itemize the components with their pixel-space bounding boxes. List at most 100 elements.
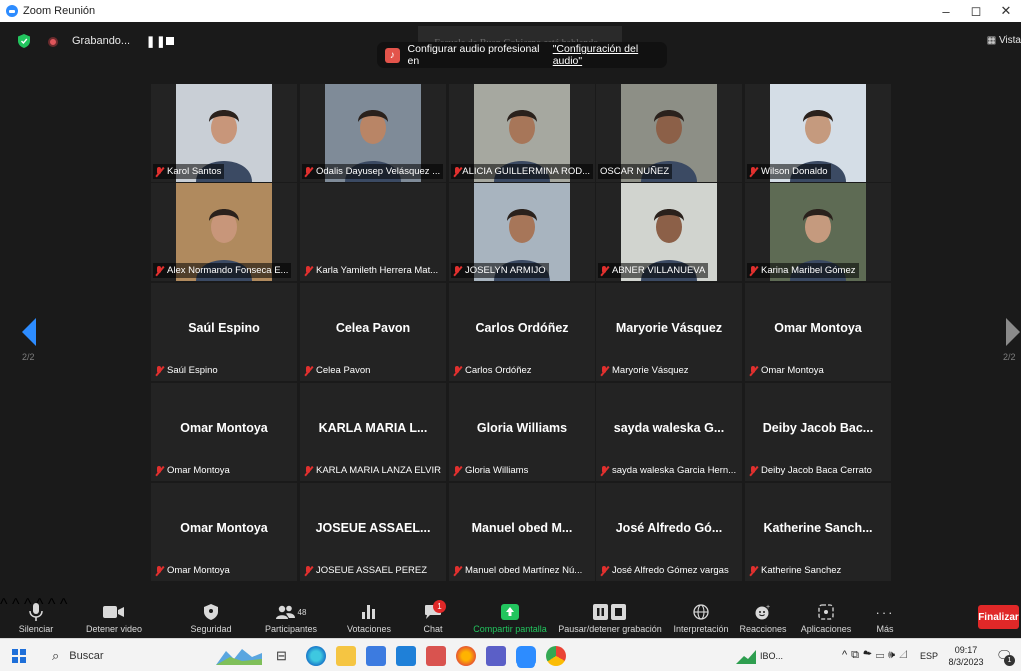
- file-explorer-icon[interactable]: [336, 646, 356, 666]
- participant-name: ABNER VILLANUEVA: [612, 265, 706, 276]
- participant-name-label: Saúl Espino: [153, 363, 221, 378]
- more-button[interactable]: ··· Más: [870, 596, 900, 638]
- participant-display-name: Deiby Jacob Bac...: [762, 421, 874, 435]
- muted-microphone-icon: [600, 365, 609, 376]
- end-meeting-button[interactable]: Finalizar: [978, 605, 1019, 629]
- audio-settings-toast: ♪ Configurar audio profesional en "Confi…: [377, 42, 667, 68]
- previous-page-arrow-icon[interactable]: [22, 318, 36, 346]
- stop-recording-button[interactable]: [166, 37, 174, 45]
- svg-text:+: +: [766, 604, 770, 611]
- participant-tile[interactable]: OSCAR NUÑEZ: [596, 84, 742, 182]
- view-button[interactable]: ▦ Vista: [987, 35, 1021, 46]
- system-tray-icons[interactable]: ^⧉☁▭🕪◿: [842, 639, 912, 671]
- participant-name: José Alfredo Gómez vargas: [612, 565, 729, 576]
- pause-stop-recording-button[interactable]: Pausar/detener grabación: [556, 596, 664, 638]
- polls-button[interactable]: Votaciones: [344, 596, 394, 638]
- participant-tile[interactable]: JOSEUE ASSAEL... JOSEUE ASSAEL PEREZ: [300, 483, 446, 581]
- muted-microphone-icon: [304, 465, 313, 476]
- interpretation-label: Interpretación: [673, 624, 729, 634]
- chrome-icon[interactable]: [546, 646, 566, 666]
- participant-tile[interactable]: Alex Normando Fonseca E...: [151, 183, 297, 281]
- video-camera-icon: [103, 602, 125, 622]
- language-indicator[interactable]: ESP: [920, 639, 938, 671]
- close-button[interactable]: ✕: [991, 0, 1021, 22]
- next-page-arrow-icon[interactable]: [1006, 318, 1020, 346]
- participant-display-name: Gloria Williams: [476, 421, 568, 435]
- participant-tile[interactable]: Gloria Williams Gloria Williams: [449, 383, 595, 481]
- clock-date: 8/3/2023: [948, 656, 984, 667]
- participant-tile[interactable]: Omar Montoya Omar Montoya: [151, 383, 297, 481]
- audio-settings-link[interactable]: "Configuración del audio": [553, 43, 667, 67]
- participant-tile[interactable]: Omar Montoya Omar Montoya: [151, 483, 297, 581]
- participant-name-label: ABNER VILLANUEVA: [598, 263, 709, 278]
- participant-tile[interactable]: Maryorie Vásquez Maryorie Vásquez: [596, 283, 742, 381]
- audio-options-chevron-icon[interactable]: ^: [0, 596, 8, 613]
- participant-tile[interactable]: Manuel obed M... Manuel obed Martínez Nú.…: [449, 483, 595, 581]
- muted-microphone-icon: [155, 166, 164, 177]
- participant-tile[interactable]: José Alfredo Gó... José Alfredo Gómez var…: [596, 483, 742, 581]
- participant-name: Omar Montoya: [761, 365, 824, 376]
- polls-label: Votaciones: [346, 624, 392, 634]
- participant-tile[interactable]: Odalis Dayusep Velásquez ...: [300, 84, 446, 182]
- participant-name: Alex Normando Fonseca E...: [167, 265, 289, 276]
- participants-button[interactable]: 48 Participantes: [258, 596, 324, 638]
- vivaldi-icon[interactable]: [426, 646, 446, 666]
- muted-microphone-icon: [600, 265, 609, 276]
- participant-tile[interactable]: Deiby Jacob Bac... Deiby Jacob Baca Cerra…: [745, 383, 891, 481]
- participant-tile[interactable]: Wilson Donaldo: [745, 84, 891, 182]
- participant-tile[interactable]: Karina Maribel Gómez: [745, 183, 891, 281]
- teams-icon[interactable]: [486, 646, 506, 666]
- participants-icon: 48: [275, 602, 306, 622]
- minimize-button[interactable]: –: [931, 0, 961, 22]
- store-icon[interactable]: [366, 646, 386, 666]
- participant-tile[interactable]: Saúl Espino Saúl Espino: [151, 283, 297, 381]
- shield-icon[interactable]: [18, 34, 30, 48]
- participant-name: Karla Yamileth Herrera Mat...: [316, 265, 439, 276]
- participant-display-name: Saúl Espino: [188, 321, 260, 335]
- participant-tile[interactable]: KARLA MARIA L... KARLA MARIA LANZA ELVIR: [300, 383, 446, 481]
- participant-tile[interactable]: Karla Yamileth Herrera Mat...: [300, 183, 446, 281]
- participant-tile[interactable]: Karol Santos: [151, 84, 297, 182]
- participant-tile[interactable]: Celea Pavon Celea Pavon: [300, 283, 446, 381]
- stop-video-button[interactable]: Detener video: [82, 596, 146, 638]
- notifications-icon[interactable]: 🗨 1: [996, 639, 1015, 671]
- reactions-label: Reacciones: [739, 624, 787, 634]
- participant-name: KARLA MARIA LANZA ELVIR: [316, 465, 441, 476]
- weather-widget-icon[interactable]: [216, 639, 264, 671]
- stock-ticker[interactable]: IBO...: [736, 639, 783, 671]
- security-button[interactable]: Seguridad: [186, 596, 236, 638]
- participant-tile[interactable]: Carlos Ordóñez Carlos Ordóñez: [449, 283, 595, 381]
- task-view-icon[interactable]: ⊟: [276, 639, 287, 671]
- window-title: Zoom Reunión: [23, 5, 96, 17]
- taskbar-search[interactable]: ⌕ Buscar: [38, 639, 208, 671]
- zoom-taskbar-icon[interactable]: [516, 646, 536, 666]
- participant-name: ALICIA GUILLERMINA ROD...: [462, 166, 590, 177]
- participant-tile[interactable]: ALICIA GUILLERMINA ROD...: [449, 84, 595, 182]
- participant-display-name: José Alfredo Gó...: [615, 521, 723, 535]
- participant-name-label: sayda waleska Garcia Hern...: [598, 463, 739, 478]
- ticker-label: IBO...: [760, 650, 784, 661]
- mute-label: Silenciar: [18, 624, 54, 634]
- participant-name: OSCAR NUÑEZ: [600, 166, 670, 177]
- edge-browser-icon[interactable]: [306, 646, 326, 666]
- mail-icon[interactable]: [396, 646, 416, 666]
- participant-tile[interactable]: ABNER VILLANUEVA: [596, 183, 742, 281]
- toast-text: Configurar audio profesional en: [407, 43, 540, 67]
- opera-icon[interactable]: [456, 646, 476, 666]
- participant-tile[interactable]: Omar Montoya Omar Montoya: [745, 283, 891, 381]
- participant-tile[interactable]: Katherine Sanch... Katherine Sanchez: [745, 483, 891, 581]
- mute-button[interactable]: Silenciar: [8, 596, 64, 638]
- muted-microphone-icon: [453, 166, 460, 177]
- clock[interactable]: 09:17 8/3/2023: [948, 639, 984, 671]
- windows-start-icon[interactable]: [12, 649, 26, 663]
- smiley-plus-icon: +: [755, 602, 771, 622]
- muted-microphone-icon: [453, 465, 462, 476]
- maximize-button[interactable]: ◻: [961, 0, 991, 22]
- pause-recording-button[interactable]: ❚❚: [146, 35, 166, 48]
- participant-tile[interactable]: JOSELYN ARMIJO: [449, 183, 595, 281]
- reactions-button[interactable]: + Reacciones: [738, 596, 788, 638]
- share-screen-button[interactable]: Compartir pantalla: [470, 596, 550, 638]
- participant-tile[interactable]: sayda waleska G... sayda waleska Garcia H…: [596, 383, 742, 481]
- interpretation-button[interactable]: Interpretación: [670, 596, 732, 638]
- apps-button[interactable]: Aplicaciones: [796, 596, 856, 638]
